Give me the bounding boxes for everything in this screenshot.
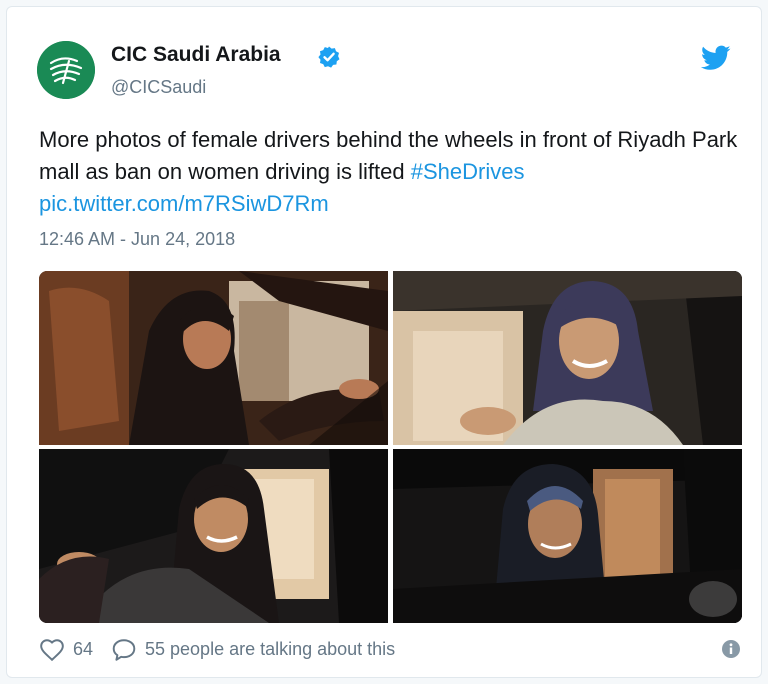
- twitter-bird-icon[interactable]: [700, 45, 731, 71]
- pic-link[interactable]: pic.twitter.com/m7RSiwD7Rm: [39, 191, 329, 216]
- tweet-timestamp[interactable]: 12:46 AM - Jun 24, 2018: [39, 229, 235, 250]
- likes-count[interactable]: 64: [73, 639, 93, 660]
- verified-badge-icon: [317, 45, 341, 69]
- hashtag-link[interactable]: #SheDrives: [411, 159, 525, 184]
- heart-icon[interactable]: [39, 637, 65, 663]
- account-handle[interactable]: @CICSaudi: [111, 77, 206, 98]
- tweet-footer: 64 55 people are talking about this: [39, 637, 747, 667]
- tweet-body: More photos of female drivers behind the…: [39, 127, 738, 184]
- comment-icon[interactable]: [111, 637, 137, 663]
- account-name[interactable]: CIC Saudi Arabia: [111, 43, 281, 67]
- talking-count[interactable]: 55 people are talking about this: [145, 639, 395, 660]
- tweet-text: More photos of female drivers behind the…: [39, 124, 739, 220]
- cic-logo-icon[interactable]: [37, 41, 95, 99]
- photo-woman-driving-2[interactable]: [393, 271, 742, 445]
- tweet-card: CIC Saudi Arabia @CICSaudi More photos o…: [6, 6, 762, 678]
- photo-grid: [39, 271, 742, 623]
- photo-woman-driving-4[interactable]: [393, 449, 742, 623]
- photo-woman-driving-1[interactable]: [39, 271, 388, 445]
- info-icon[interactable]: [721, 639, 741, 659]
- photo-woman-driving-3[interactable]: [39, 449, 388, 623]
